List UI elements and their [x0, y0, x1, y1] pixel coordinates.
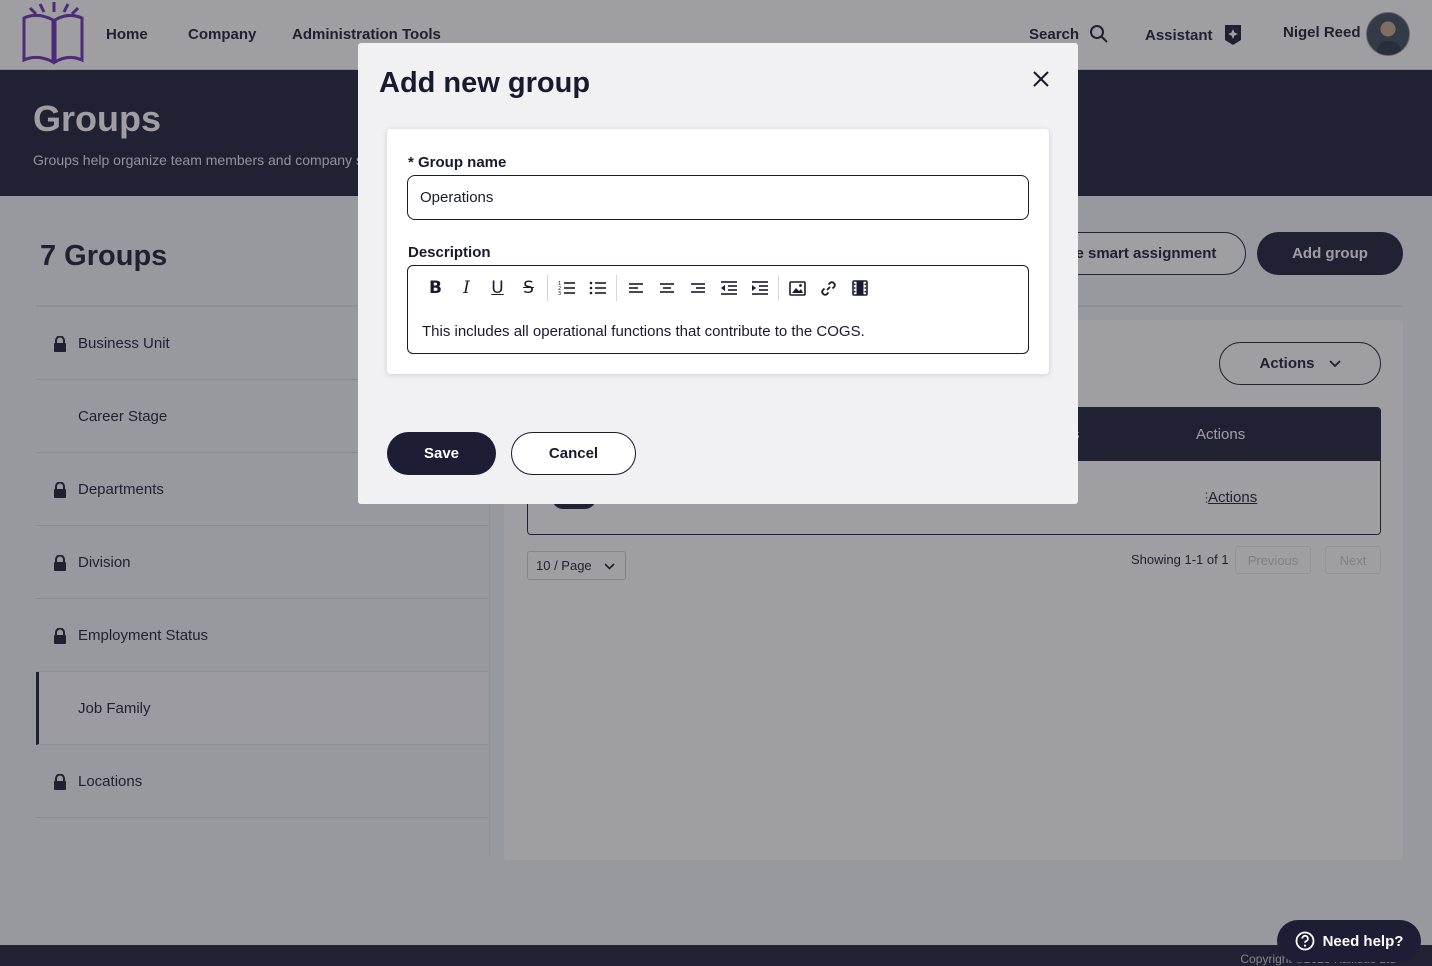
link-icon[interactable]	[813, 276, 844, 300]
align-left-icon[interactable]	[620, 276, 651, 300]
close-icon[interactable]	[1030, 68, 1052, 90]
cancel-button[interactable]: Cancel	[511, 432, 636, 475]
description-text[interactable]: This includes all operational functions …	[422, 323, 865, 340]
modal-title: Add new group	[379, 67, 591, 99]
indent-icon[interactable]	[744, 276, 775, 300]
bullet-list-icon[interactable]	[582, 276, 613, 300]
italic-icon[interactable]: I	[451, 276, 482, 300]
description-editor[interactable]: B I U S 123 This includes all operationa…	[407, 265, 1029, 354]
svg-text:3: 3	[558, 291, 561, 296]
need-help-label: Need help?	[1322, 932, 1404, 950]
toolbar-separator	[778, 275, 779, 301]
image-icon[interactable]	[782, 276, 813, 300]
toolbar-separator	[547, 275, 548, 301]
strikethrough-icon[interactable]: S	[513, 276, 544, 300]
cancel-label: Cancel	[548, 445, 599, 462]
outdent-icon[interactable]	[713, 276, 744, 300]
toolbar-separator	[616, 275, 617, 301]
add-group-modal: Add new group * Group name Description B…	[358, 43, 1078, 504]
align-center-icon[interactable]	[651, 276, 682, 300]
underline-icon[interactable]: U	[482, 276, 513, 300]
save-button[interactable]: Save	[387, 432, 496, 475]
editor-toolbar: B I U S 123	[420, 275, 875, 301]
help-icon	[1295, 931, 1314, 951]
video-icon[interactable]	[844, 276, 875, 300]
bold-icon[interactable]: B	[420, 276, 451, 300]
align-right-icon[interactable]	[682, 276, 713, 300]
ordered-list-icon[interactable]: 123	[551, 276, 582, 300]
save-label: Save	[423, 445, 460, 462]
group-name-input[interactable]	[407, 175, 1029, 220]
description-label: Description	[408, 244, 491, 261]
group-name-label: * Group name	[408, 154, 507, 171]
group-form: * Group name Description B I U S 123	[387, 129, 1049, 374]
need-help-button[interactable]: Need help?	[1277, 920, 1421, 962]
